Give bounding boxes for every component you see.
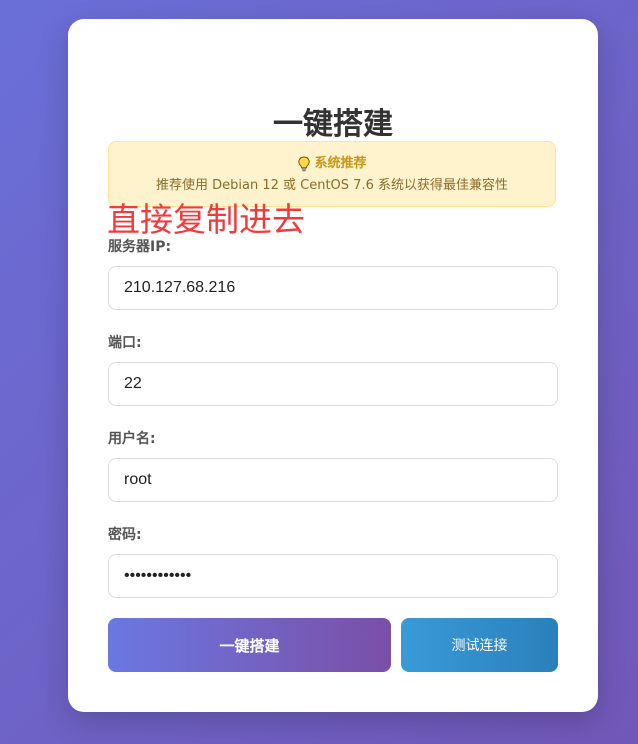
server-ip-label: 服务器IP: bbox=[108, 239, 172, 255]
login-card: 一键搭建 系统推荐 推荐使用 Debian 12 或 CentOS 7.6 系统… bbox=[68, 19, 598, 712]
lightbulb-icon bbox=[297, 156, 311, 172]
port-input[interactable] bbox=[108, 362, 558, 406]
test-connection-button[interactable]: 测试连接 bbox=[401, 618, 558, 672]
page-title: 一键搭建 bbox=[273, 107, 393, 142]
system-recommendation-notice: 系统推荐 推荐使用 Debian 12 或 CentOS 7.6 系统以获得最佳… bbox=[108, 141, 556, 207]
notice-heading-row: 系统推荐 bbox=[109, 155, 555, 173]
port-label: 端口: bbox=[108, 335, 142, 351]
password-label: 密码: bbox=[108, 527, 142, 543]
server-ip-input[interactable] bbox=[108, 266, 558, 310]
username-input[interactable] bbox=[108, 458, 558, 502]
notice-body: 推荐使用 Debian 12 或 CentOS 7.6 系统以获得最佳兼容性 bbox=[156, 178, 508, 193]
password-input[interactable] bbox=[108, 554, 558, 598]
username-label: 用户名: bbox=[108, 431, 156, 447]
notice-heading: 系统推荐 bbox=[314, 156, 367, 171]
one-click-build-button[interactable]: 一键搭建 bbox=[108, 618, 391, 672]
red-annotation-text: 直接复制进去 bbox=[107, 200, 305, 239]
